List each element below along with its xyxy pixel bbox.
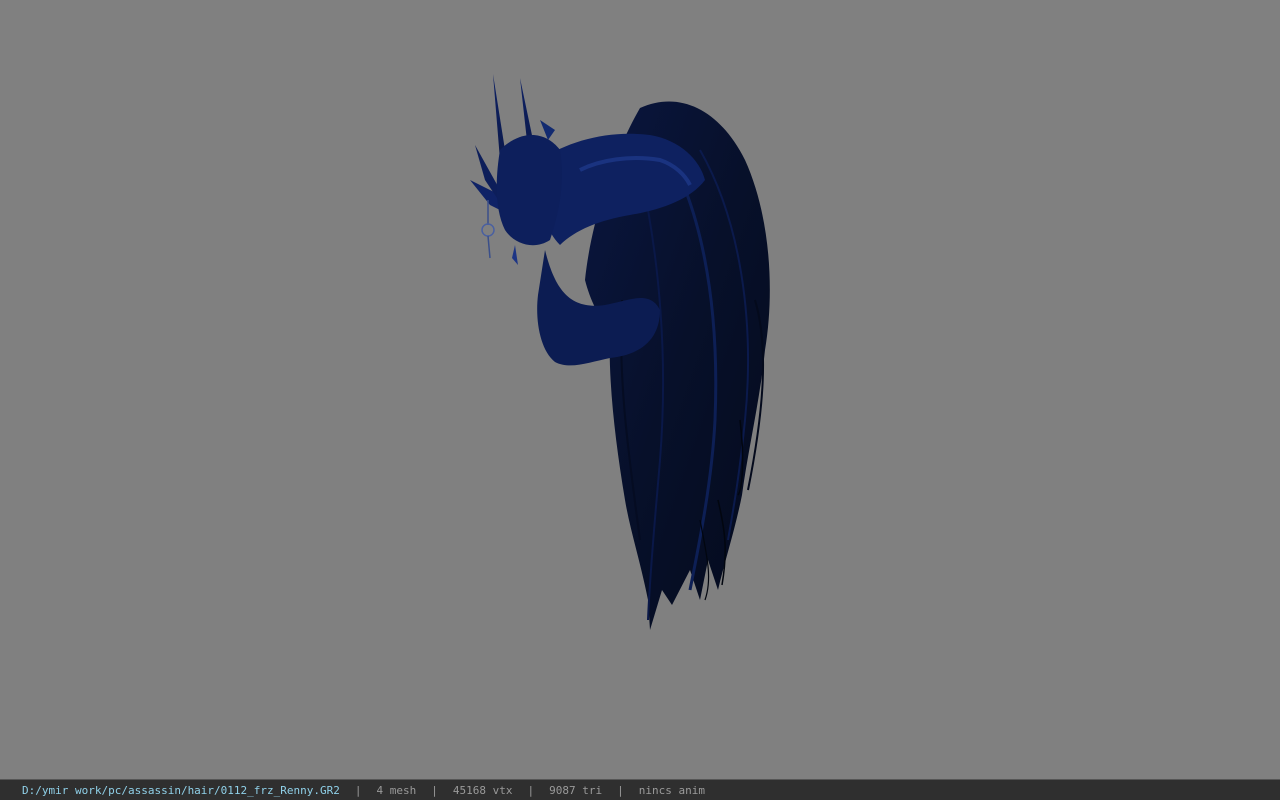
vertex-count: 45168 vtx — [452, 783, 513, 797]
earring-ring — [481, 223, 495, 237]
status-separator: | — [431, 783, 438, 797]
mesh-count: 4 mesh — [376, 783, 417, 797]
animation-status: nincs anim — [638, 783, 705, 797]
3d-viewport[interactable] — [0, 0, 1280, 779]
status-separator: | — [527, 783, 535, 797]
hair-model-render — [470, 74, 770, 630]
horn-cluster — [496, 135, 562, 246]
status-separator: | — [354, 783, 362, 797]
status-bar: D:/ymir work/pc/assassin/hair/0112_frz_R… — [0, 779, 1280, 800]
earring-drop — [487, 235, 491, 259]
file-path: D:/ymir work/pc/assassin/hair/0112_frz_R… — [22, 783, 340, 797]
status-separator: | — [617, 783, 624, 797]
earring-drop — [512, 245, 518, 265]
triangle-count: 9087 tri — [549, 783, 603, 797]
